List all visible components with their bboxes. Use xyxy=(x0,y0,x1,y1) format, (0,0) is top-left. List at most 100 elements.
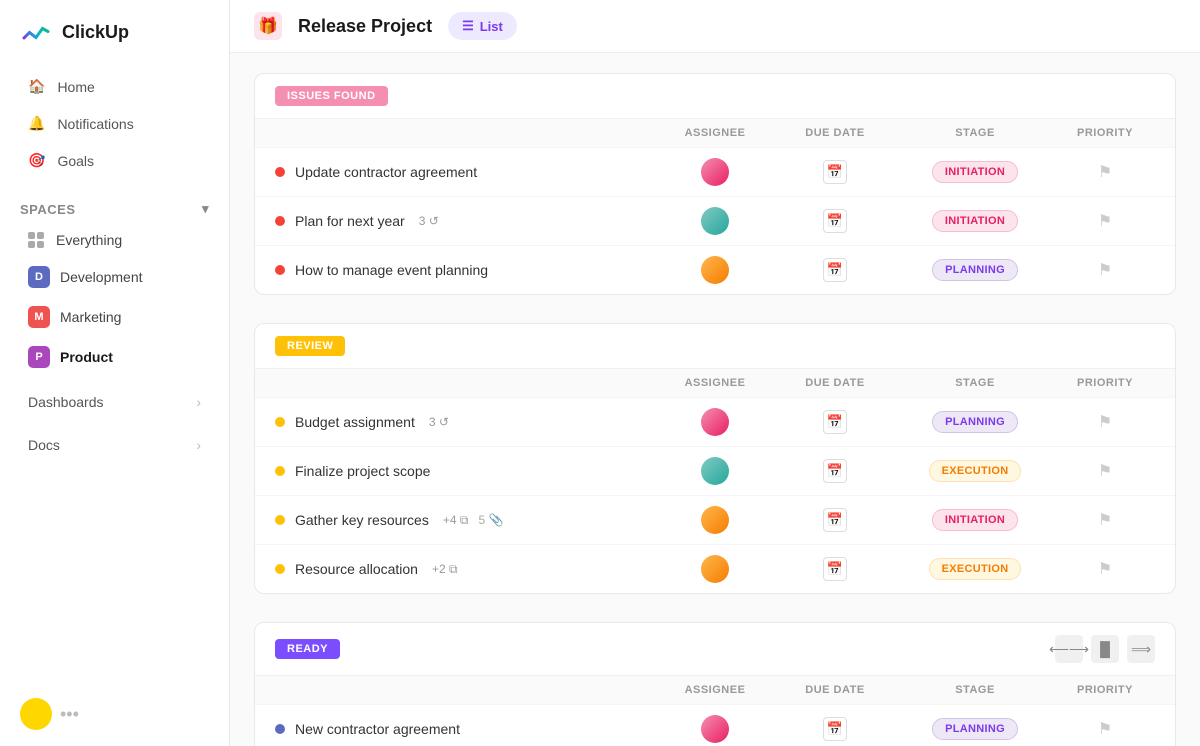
nav-menu: 🏠 Home 🔔 Notifications 🎯 Goals xyxy=(0,64,229,183)
assignee-cell xyxy=(655,715,775,743)
list-label: List xyxy=(480,19,503,34)
stage-badge: PLANNING xyxy=(932,259,1018,281)
table-row[interactable]: Update contractor agreement 📅 INITIATION… xyxy=(255,147,1175,196)
list-view-tab[interactable]: ☰ List xyxy=(448,12,517,40)
sidebar-item-marketing[interactable]: M Marketing xyxy=(8,298,221,336)
priority-dot xyxy=(275,265,285,275)
sidebar-item-home[interactable]: 🏠 Home xyxy=(8,69,221,104)
task-title: Budget assignment xyxy=(295,414,415,430)
col-stage-r: STAGE xyxy=(895,377,1055,389)
due-cell: 📅 xyxy=(775,160,895,184)
toolbar-btn-1[interactable]: ⟵⟶ xyxy=(1055,635,1083,663)
calendar-icon: 📅 xyxy=(823,717,847,741)
due-cell: 📅 xyxy=(775,508,895,532)
sidebar-item-dashboards[interactable]: Dashboards › xyxy=(8,385,221,419)
stage-badge: EXECUTION xyxy=(929,558,1022,580)
assignee-cell xyxy=(655,506,775,534)
grid-icon xyxy=(28,232,46,248)
due-cell: 📅 xyxy=(775,459,895,483)
sidebar-footer: ••• xyxy=(0,682,229,746)
logo-container[interactable]: ClickUp xyxy=(0,0,229,64)
col-task-r xyxy=(275,377,655,389)
task-title: How to manage event planning xyxy=(295,262,488,278)
user-avatar[interactable] xyxy=(20,698,52,730)
chevron-down-icon[interactable]: ▾ xyxy=(202,201,209,217)
col-task xyxy=(275,127,655,139)
assignee-cell xyxy=(655,207,775,235)
nav-goals-label: Goals xyxy=(57,153,94,169)
table-row[interactable]: Plan for next year 3 ↺ 📅 INITIATION ⚑ xyxy=(255,196,1175,245)
col-headers-review: ASSIGNEE DUE DATE STAGE PRIORITY xyxy=(255,368,1175,397)
task-name: Budget assignment 3 ↺ xyxy=(275,414,655,430)
chevron-right-icon: › xyxy=(196,394,201,410)
priority-dot xyxy=(275,417,285,427)
product-space-icon: P xyxy=(28,346,50,368)
assignee-cell xyxy=(655,256,775,284)
table-row[interactable]: Budget assignment 3 ↺ 📅 PLANNING ⚑ xyxy=(255,397,1175,446)
task-name: Plan for next year 3 ↺ xyxy=(275,213,655,229)
assignee-cell xyxy=(655,158,775,186)
flag-icon: ⚑ xyxy=(1093,459,1117,483)
table-row[interactable]: New contractor agreement 📅 PLANNING ⚑ xyxy=(255,704,1175,746)
calendar-icon: 📅 xyxy=(823,209,847,233)
spaces-header: Spaces ▾ xyxy=(0,191,229,223)
toolbar-btn-2[interactable]: ▐▌ xyxy=(1091,635,1119,663)
issues-badge: ISSUES FOUND xyxy=(275,86,388,106)
task-name: Gather key resources +4 ⧉ 5 📎 xyxy=(275,512,655,528)
due-cell: 📅 xyxy=(775,557,895,581)
table-row[interactable]: How to manage event planning 📅 PLANNING … xyxy=(255,245,1175,294)
stage-cell: INITIATION xyxy=(895,161,1055,183)
avatar xyxy=(701,506,729,534)
section-ready: READY ⟵⟶ ▐▌ ⟹ ASSIGNEE DUE DATE STAGE PR… xyxy=(254,622,1176,746)
assignee-cell xyxy=(655,408,775,436)
priority-dot xyxy=(275,466,285,476)
priority-dot xyxy=(275,216,285,226)
calendar-icon: 📅 xyxy=(823,508,847,532)
table-row[interactable]: Resource allocation +2 ⧉ 📅 EXECUTION ⚑ xyxy=(255,544,1175,593)
sidebar-item-development[interactable]: D Development xyxy=(8,258,221,296)
sidebar: ClickUp 🏠 Home 🔔 Notifications 🎯 Goals S… xyxy=(0,0,230,746)
ready-badge: READY xyxy=(275,639,340,659)
flag-icon: ⚑ xyxy=(1093,160,1117,184)
task-subtask-count: 3 ↺ xyxy=(419,214,439,228)
stage-cell: INITIATION xyxy=(895,210,1055,232)
docs-label: Docs xyxy=(28,437,60,453)
table-row[interactable]: Gather key resources +4 ⧉ 5 📎 📅 INITIATI… xyxy=(255,495,1175,544)
sidebar-item-notifications[interactable]: 🔔 Notifications xyxy=(8,106,221,141)
col-headers-issues: ASSIGNEE DUE DATE STAGE PRIORITY xyxy=(255,118,1175,147)
task-title: Plan for next year xyxy=(295,213,405,229)
due-cell: 📅 xyxy=(775,410,895,434)
sidebar-item-goals[interactable]: 🎯 Goals xyxy=(8,143,221,178)
task-name: Resource allocation +2 ⧉ xyxy=(275,561,655,577)
col-headers-ready: ASSIGNEE DUE DATE STAGE PRIORITY xyxy=(255,675,1175,704)
priority-cell: ⚑ xyxy=(1055,717,1155,741)
dashboards-label: Dashboards xyxy=(28,394,104,410)
logo-text: ClickUp xyxy=(62,22,129,43)
chevron-right-icon-docs: › xyxy=(196,437,201,453)
everything-label: Everything xyxy=(56,232,122,248)
section-header-issues: ISSUES FOUND xyxy=(255,74,1175,118)
bell-icon: 🔔 xyxy=(28,115,45,132)
sidebar-item-everything[interactable]: Everything xyxy=(8,224,221,256)
calendar-icon: 📅 xyxy=(823,410,847,434)
priority-cell: ⚑ xyxy=(1055,160,1155,184)
spaces-label: Spaces xyxy=(20,202,76,217)
sidebar-item-docs[interactable]: Docs › xyxy=(8,428,221,462)
task-title: Update contractor agreement xyxy=(295,164,477,180)
due-cell: 📅 xyxy=(775,209,895,233)
sidebar-item-product[interactable]: P Product xyxy=(8,338,221,376)
avatar xyxy=(701,207,729,235)
col-priority-rd: PRIORITY xyxy=(1055,684,1155,696)
table-row[interactable]: Finalize project scope 📅 EXECUTION ⚑ xyxy=(255,446,1175,495)
task-extra: +4 ⧉ xyxy=(443,513,469,528)
flag-icon: ⚑ xyxy=(1093,410,1117,434)
priority-cell: ⚑ xyxy=(1055,459,1155,483)
col-priority-r: PRIORITY xyxy=(1055,377,1155,389)
task-name: How to manage event planning xyxy=(275,262,655,278)
flag-icon: ⚑ xyxy=(1093,209,1117,233)
task-extra: +2 ⧉ xyxy=(432,562,458,577)
assignee-cell xyxy=(655,555,775,583)
priority-cell: ⚑ xyxy=(1055,410,1155,434)
stage-badge: EXECUTION xyxy=(929,460,1022,482)
toolbar-btn-3[interactable]: ⟹ xyxy=(1127,635,1155,663)
